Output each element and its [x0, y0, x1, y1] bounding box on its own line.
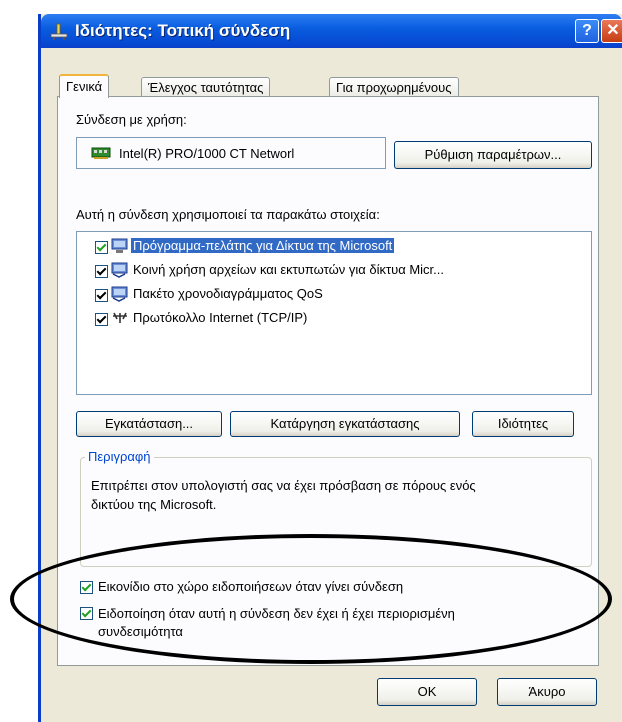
- title-bar[interactable]: Ιδιότητες: Τοπική σύνδεση ? ✕: [41, 14, 622, 48]
- qos-scheduler-icon: [111, 286, 129, 302]
- tab-general[interactable]: Γενικά: [59, 74, 110, 98]
- file-printer-sharing-icon: [111, 262, 129, 278]
- connect-using-label: Σύνδεση με χρήση:: [76, 112, 187, 127]
- close-button[interactable]: ✕: [601, 19, 622, 43]
- description-group: Περιγραφή Επιτρέπει στον υπολογιστή σας …: [80, 449, 592, 567]
- description-text: Επιτρέπει στον υπολογιστή σας να έχει πρ…: [91, 478, 476, 512]
- ok-button[interactable]: OK: [377, 678, 477, 706]
- list-item-label: Πρόγραμμα-πελάτης για Δίκτυα της Microso…: [131, 238, 395, 253]
- description-title: Περιγραφή: [85, 449, 154, 464]
- notify-label: Ειδοποίηση όταν αυτή η σύνδεση δεν έχει …: [98, 606, 455, 639]
- list-item[interactable]: Κοινή χρήση αρχείων και εκτυπωτών για δί…: [81, 260, 533, 282]
- network-connection-icon: [49, 22, 69, 42]
- adapter-name: Intel(R) PRO/1000 CT Networl: [119, 146, 295, 161]
- tab-authentication[interactable]: Έλεγχος ταυτότητας: [141, 77, 271, 97]
- checkbox[interactable]: [95, 313, 108, 326]
- window-title: Ιδιότητες: Τοπική σύνδεση: [75, 21, 291, 40]
- uninstall-button[interactable]: Κατάργηση εγκατάστασης: [230, 411, 460, 437]
- show-icon-label: Εικονίδιο στο χώρο ειδοποιήσεων όταν γίν…: [98, 579, 404, 594]
- install-button[interactable]: Εγκατάσταση...: [76, 411, 222, 437]
- general-panel: Σύνδεση με χρήση: Intel(R) PRO/1000 CT N…: [57, 96, 599, 666]
- checkbox[interactable]: [95, 241, 108, 254]
- adapter-field: Intel(R) PRO/1000 CT Networl: [76, 137, 386, 169]
- show-icon-checkbox[interactable]: [80, 581, 93, 594]
- components-list: Πρόγραμμα-πελάτης για Δίκτυα της Microso…: [76, 231, 592, 395]
- notify-checkbox[interactable]: [80, 607, 93, 620]
- configure-button[interactable]: Ρύθμιση παραμέτρων...: [394, 141, 592, 169]
- list-item[interactable]: Πακέτο χρονοδιαγράμματος QoS: [81, 284, 533, 306]
- checkbox[interactable]: [95, 265, 108, 278]
- list-item[interactable]: Πρωτόκολλο Internet (TCP/IP): [81, 308, 533, 330]
- properties-dialog: Ιδιότητες: Τοπική σύνδεση ? ✕ Γενικά Έλε…: [38, 14, 622, 722]
- list-item-label: Κοινή χρήση αρχείων και εκτυπωτών για δί…: [133, 262, 445, 277]
- items-label: Αυτή η σύνδεση χρησιμοποιεί τα παρακάτω …: [76, 207, 380, 222]
- protocol-icon: [111, 310, 129, 326]
- checkbox[interactable]: [95, 289, 108, 302]
- network-adapter-icon: [91, 146, 113, 163]
- list-item-label: Πακέτο χρονοδιαγράμματος QoS: [133, 286, 323, 301]
- tab-advanced[interactable]: Για προχωρημένους: [329, 77, 459, 97]
- list-item[interactable]: Πρόγραμμα-πελάτης για Δίκτυα της Microso…: [81, 236, 533, 258]
- list-item-label: Πρωτόκολλο Internet (TCP/IP): [133, 310, 308, 325]
- cancel-button[interactable]: Άκυρο: [497, 678, 597, 706]
- properties-button[interactable]: Ιδιότητες: [472, 411, 574, 437]
- help-button[interactable]: ?: [575, 19, 599, 43]
- network-client-icon: [111, 238, 129, 254]
